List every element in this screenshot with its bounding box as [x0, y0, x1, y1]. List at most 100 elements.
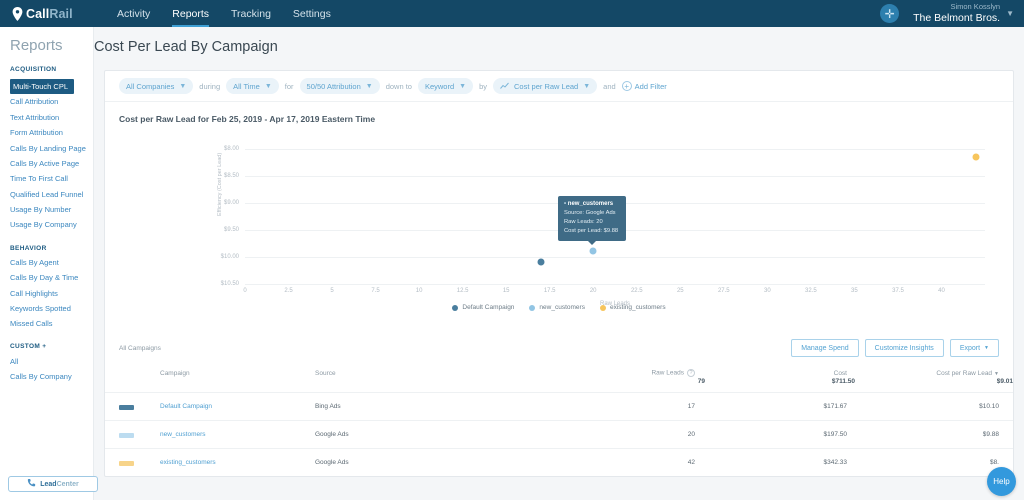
account-menu[interactable]: Simon Kosslyn The Belmont Bros.: [913, 3, 1000, 24]
sidebar-item-call-attribution[interactable]: Call Attribution: [0, 94, 93, 109]
cell-cost: $197.50: [705, 420, 855, 449]
callrail-logo[interactable]: CallRail: [12, 6, 84, 21]
header-raw-leads[interactable]: Raw Leads?: [585, 365, 705, 378]
chart-area: Efficiency (Cost per Lead) $8.00 $8.50 $…: [105, 124, 1013, 329]
table-totals-row: 79 $711.50 $9.01: [105, 378, 1013, 393]
campaign-link[interactable]: existing_customers: [160, 459, 216, 466]
filter-downto-label: down to: [385, 81, 412, 91]
campaign-link[interactable]: Default Campaign: [160, 403, 212, 410]
chart-tooltip: • new_customers Source: Google Ads Raw L…: [558, 196, 626, 245]
sidebar-item-calls-by-day-time[interactable]: Calls By Day & Time: [0, 270, 93, 285]
filter-metric-select[interactable]: Cost per Raw Lead ▼: [493, 78, 598, 94]
chevron-down-icon: ▼: [365, 82, 373, 90]
cell-cost-per-raw-lead: $9.88: [855, 420, 1013, 449]
data-point-default-campaign[interactable]: [537, 258, 545, 266]
y-tick-label: $8.50: [223, 173, 239, 179]
top-navigation-bar: CallRail Activity Reports Tracking Setti…: [0, 0, 1024, 27]
sidebar-item-calls-by-active-page[interactable]: Calls By Active Page: [0, 156, 93, 171]
sidebar-item-call-highlights[interactable]: Call Highlights: [0, 285, 93, 300]
legend-item-default-campaign[interactable]: Default Campaign: [452, 304, 514, 311]
data-point-new-customers[interactable]: [589, 247, 597, 254]
y-axis-title: Efficiency (Cost per Lead): [217, 152, 223, 216]
sidebar-item-form-attribution[interactable]: Form Attribution: [0, 125, 93, 140]
sidebar-item-calls-by-landing-page[interactable]: Calls By Landing Page: [0, 140, 93, 155]
sidebar-item-usage-by-number[interactable]: Usage By Number: [0, 202, 93, 217]
sidebar-item-text-attribution[interactable]: Text Attribution: [0, 110, 93, 125]
bullet-icon: •: [564, 201, 567, 207]
x-tick-label: 22.5: [630, 288, 643, 294]
campaign-table: Campaign Source Raw Leads? Cost Cost per…: [105, 365, 1013, 476]
header-cost-per-raw-lead[interactable]: Cost per Raw Lead ▼: [855, 365, 1013, 378]
sidebar-item-missed-calls[interactable]: Missed Calls: [0, 316, 93, 331]
sidebar-group-custom[interactable]: CUSTOM +: [10, 343, 93, 350]
help-button[interactable]: Help: [987, 467, 1016, 496]
add-button[interactable]: ✛: [880, 4, 900, 23]
add-filter-button[interactable]: + Add Filter: [621, 81, 667, 91]
gridline: [245, 284, 985, 285]
table-toolbar: All Campaigns Manage Spend Customize Ins…: [105, 329, 1013, 365]
sidebar-item-qualified-lead-funnel[interactable]: Qualified Lead Funnel: [0, 186, 93, 201]
totals-raw-leads: 79: [697, 378, 705, 385]
chart-title: Cost per Raw Lead for Feb 25, 2019 - Apr…: [119, 114, 376, 124]
nav-item-settings[interactable]: Settings: [282, 0, 342, 27]
header-cost[interactable]: Cost: [705, 365, 855, 378]
leadcenter-widget[interactable]: LeadCenter: [8, 476, 98, 492]
legend-item-existing-customers[interactable]: existing_customers: [599, 304, 666, 311]
header-source[interactable]: Source: [315, 365, 585, 378]
help-icon[interactable]: ?: [687, 369, 695, 377]
filter-company-select[interactable]: All Companies ▼: [119, 78, 194, 94]
page-title: Cost Per Lead By Campaign: [94, 39, 278, 55]
sidebar-item-usage-by-company[interactable]: Usage By Company: [0, 217, 93, 232]
totals-source: [315, 378, 585, 393]
gridline: [245, 176, 985, 177]
filter-for-label: for: [284, 81, 294, 91]
account-company-name: The Belmont Bros.: [913, 11, 1001, 24]
table-row[interactable]: existing_customers Google Ads 42 $342.33…: [105, 448, 1013, 476]
filter-dimension-select[interactable]: Keyword ▼: [417, 78, 474, 94]
chart-legend: Default Campaign new_customers existing_…: [105, 304, 1013, 311]
data-point-existing-customers[interactable]: [972, 153, 980, 161]
series-color-swatch-icon: [119, 405, 134, 410]
customize-insights-button[interactable]: Customize Insights: [864, 339, 944, 357]
manage-spend-button[interactable]: Manage Spend: [791, 339, 859, 357]
nav-item-activity[interactable]: Activity: [106, 0, 161, 27]
x-tick-label: 15: [502, 288, 510, 294]
table-row[interactable]: new_customers Google Ads 20 $197.50 $9.8…: [105, 420, 1013, 449]
sidebar-item-calls-by-agent[interactable]: Calls By Agent: [0, 255, 93, 270]
plus-icon: ✛: [884, 6, 895, 21]
account-user-name: Simon Kosslyn: [950, 2, 1001, 12]
nav-item-reports[interactable]: Reports: [161, 0, 220, 27]
sidebar-item-time-to-first-call[interactable]: Time To First Call: [0, 171, 93, 186]
cell-campaign: new_customers: [105, 420, 315, 449]
line-chart-icon: [500, 82, 509, 90]
filter-attribution-select[interactable]: 50/50 Attribution ▼: [299, 78, 380, 94]
filter-time-select[interactable]: All Time ▼: [226, 78, 279, 94]
x-tick-label: 25: [676, 288, 684, 294]
y-tick-label: $8.00: [223, 146, 239, 152]
table-row[interactable]: Default Campaign Bing Ads 17 $171.67 $10…: [105, 392, 1013, 421]
sidebar-item-multi-touch-cpl[interactable]: Multi-Touch CPL: [10, 78, 75, 95]
sidebar-item-calls-by-company[interactable]: Calls By Company: [0, 369, 93, 384]
tooltip-raw-leads: Raw Leads: 20: [564, 218, 603, 225]
phone-icon: [27, 475, 37, 493]
nav-item-tracking[interactable]: Tracking: [220, 0, 282, 27]
x-tick-label: 30: [764, 288, 771, 294]
legend-item-new-customers[interactable]: new_customers: [529, 304, 585, 311]
plot-region: $8.00 $8.50 $9.00 $9.50 $10.00 $10.50 0 …: [221, 146, 985, 307]
sidebar-item-all[interactable]: All: [0, 353, 93, 368]
chevron-down-icon[interactable]: ▼: [1006, 9, 1014, 18]
export-button[interactable]: Export ▼: [949, 339, 999, 357]
x-tick-label: 0: [243, 288, 247, 294]
chevron-down-icon: ▼: [459, 82, 467, 90]
nav-right-group: ✛ Simon Kosslyn The Belmont Bros. ▼: [880, 3, 1014, 24]
x-tick-label: 7.5: [371, 288, 380, 294]
cell-source: Bing Ads: [315, 392, 585, 421]
totals-cost-per-raw-lead: $9.01: [996, 378, 1013, 385]
cell-campaign: Default Campaign: [105, 392, 315, 421]
header-campaign[interactable]: Campaign: [105, 365, 315, 378]
campaign-link[interactable]: new_customers: [160, 431, 206, 438]
cell-cost: $171.67: [705, 392, 855, 421]
sidebar-item-keywords-spotted[interactable]: Keywords Spotted: [0, 301, 93, 316]
